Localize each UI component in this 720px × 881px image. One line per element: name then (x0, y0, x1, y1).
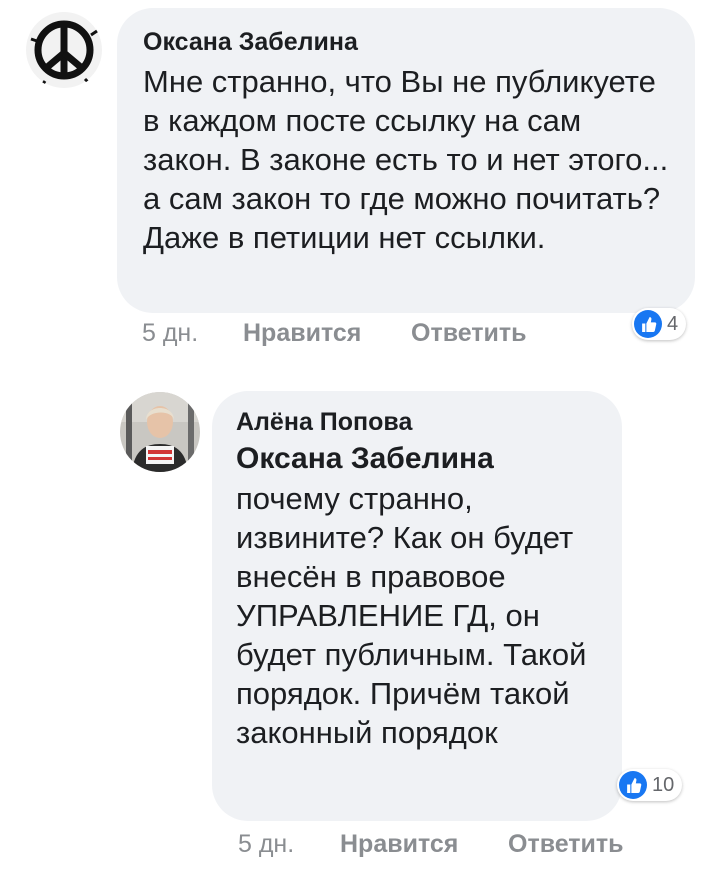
comment-bubble: Оксана Забелина Мне странно, что Вы не п… (117, 8, 695, 313)
timestamp[interactable]: 5 дн. (142, 319, 198, 348)
like-icon (634, 310, 662, 338)
reply-button[interactable]: Ответить (508, 830, 624, 859)
comment-text: Мне странно, что Вы не публикуете в кажд… (143, 64, 669, 255)
timestamp[interactable]: 5 дн. (238, 830, 294, 859)
comment-author[interactable]: Алёна Попова (236, 408, 598, 437)
avatar[interactable] (120, 392, 200, 472)
comment-author[interactable]: Оксана Забелина (143, 28, 669, 57)
comment-body: почему странно, извините? Как он будет в… (236, 481, 587, 750)
reaction-count: 10 (652, 773, 675, 796)
comment-text: Оксана Забелина почему странно, извините… (236, 439, 598, 752)
avatar[interactable] (25, 11, 103, 89)
reply-button[interactable]: Ответить (411, 319, 527, 348)
mention-link[interactable]: Оксана Забелина (236, 439, 598, 479)
user-photo-icon (120, 392, 200, 472)
reaction-badge[interactable]: 10 (617, 769, 683, 801)
reaction-count: 4 (667, 312, 679, 335)
comment-bubble: Алёна Попова Оксана Забелина почему стра… (212, 391, 622, 821)
like-button[interactable]: Нравится (340, 830, 458, 859)
like-button[interactable]: Нравится (243, 319, 361, 348)
like-icon (619, 771, 647, 799)
reaction-badge[interactable]: 4 (632, 308, 687, 340)
peace-symbol-icon (26, 12, 102, 88)
